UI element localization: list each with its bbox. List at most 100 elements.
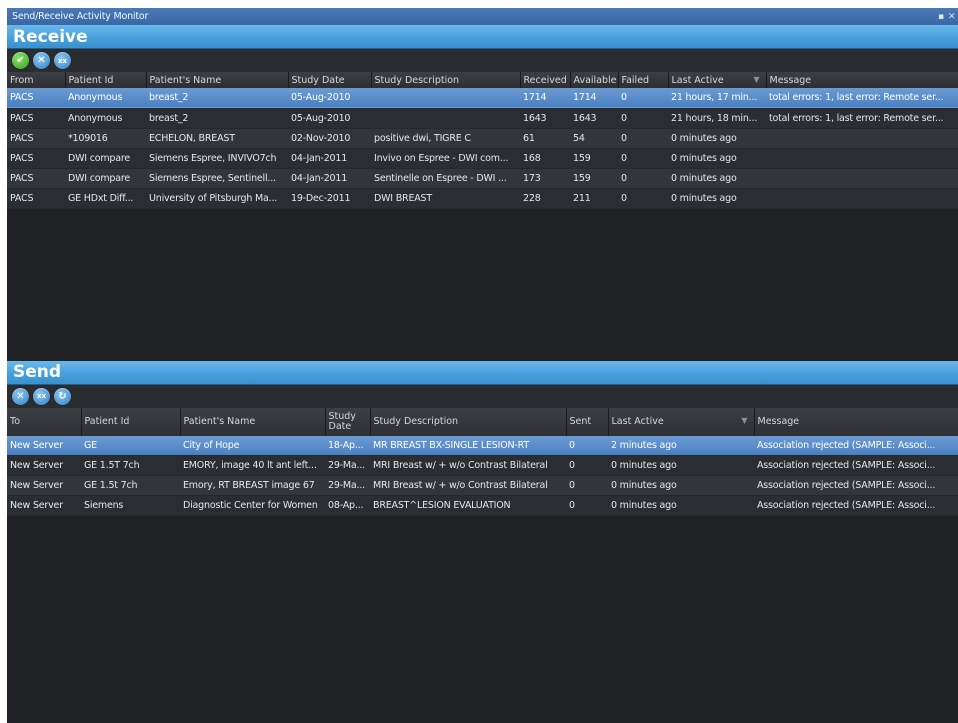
column-header-message[interactable]: Message	[754, 407, 958, 436]
receive-table: From Patient Id Patient's Name Study Date St…	[7, 72, 958, 209]
cell-study-description	[371, 108, 520, 128]
send-toolbar: ✕ xx ↻	[7, 384, 958, 408]
column-header-label: Failed	[621, 74, 650, 86]
send-table: To Patient Id Patient's Name Study Date Stud…	[7, 407, 958, 517]
receive-section-header: Receive	[7, 25, 958, 49]
cell-patient-id: GE 1.5T 7ch	[84, 460, 140, 471]
cell-from: PACS	[10, 112, 34, 124]
receive-accept-button[interactable]: ✔	[12, 52, 29, 69]
cell-last-active: 0 minutes ago	[611, 460, 677, 471]
column-header-study-description[interactable]: Study Description	[371, 72, 521, 88]
column-header-label: Message	[769, 74, 812, 86]
cell-received: 168	[523, 152, 541, 164]
column-header-last-active[interactable]: Last Active ▼	[608, 407, 755, 436]
column-header-patient-id[interactable]: Patient Id	[81, 407, 181, 436]
table-row[interactable]: PACS Anonymous breast_2 05-Aug-2010 1714 1714…	[7, 88, 958, 108]
cell-failed: 0	[621, 152, 627, 164]
receive-cancel-button[interactable]: ✕	[33, 52, 50, 69]
column-header-from[interactable]: From	[7, 72, 66, 88]
table-row[interactable]: PACS DWI compare Siemens Espree, INVIVO7ch…	[7, 148, 958, 168]
x-icon: ✕	[16, 390, 25, 402]
cell-to: New Server	[10, 480, 63, 491]
cell-study-date: 29-Ma...	[328, 480, 365, 491]
column-header-label: From	[10, 74, 34, 86]
column-header-patient-s-name[interactable]: Patient's Name	[146, 72, 289, 88]
receive-table-header: From Patient Id Patient's Name Study Date St…	[7, 72, 958, 88]
table-row[interactable]: New Server GE 1.5T 7ch EMORY, image 40 lt …	[7, 455, 958, 476]
window-title: Send/Receive Activity Monitor	[12, 11, 149, 22]
cell-from: PACS	[10, 152, 34, 164]
pin-icon[interactable]: ▪	[934, 12, 948, 22]
cell-available: 54	[573, 132, 585, 144]
cell-to: New Server	[10, 460, 63, 471]
table-row[interactable]: PACS Anonymous breast_2 05-Aug-2010 1643 1643…	[7, 108, 958, 128]
cell-study-date: 18-Ap...	[328, 439, 364, 451]
cell-available: 211	[573, 192, 591, 204]
column-header-failed[interactable]: Failed	[618, 72, 669, 88]
table-row[interactable]: PACS *109016 ECHELON, BREAST 02-Nov-2010 pos…	[7, 128, 958, 148]
receive-toolbar: ✔ ✕ xx	[7, 49, 958, 72]
column-header-received[interactable]: Received	[520, 72, 571, 88]
cell-available: 1714	[573, 92, 597, 104]
receive-cancel-all-button[interactable]: xx	[54, 52, 71, 69]
column-header-message[interactable]: Message	[766, 72, 958, 88]
column-header-to[interactable]: To	[7, 407, 82, 436]
column-header-label: Last Active	[611, 416, 664, 427]
cell-message: Association rejected (SAMPLE: Associ...	[757, 439, 936, 451]
cell-study-date: 05-Aug-2010	[291, 112, 351, 124]
column-header-study-description[interactable]: Study Description	[370, 407, 567, 436]
cell-patient-id: GE	[84, 439, 97, 451]
cell-received: 173	[523, 172, 541, 184]
cell-study-date: 02-Nov-2010	[291, 132, 351, 144]
cell-study-description	[371, 88, 520, 108]
send-cancel-all-button[interactable]: xx	[33, 387, 50, 405]
column-header-study-date[interactable]: Study Date	[288, 72, 372, 88]
column-header-last-active[interactable]: Last Active ▼	[668, 72, 767, 88]
cell-message	[766, 148, 958, 168]
column-header-label: Patient Id	[84, 416, 130, 427]
close-icon[interactable]: ✕	[948, 12, 958, 22]
cell-last-active: 0 minutes ago	[611, 500, 677, 511]
table-row[interactable]: New Server Siemens Diagnostic Center for W…	[7, 495, 958, 516]
column-header-patient-id[interactable]: Patient Id	[65, 72, 147, 88]
column-header-label: To	[10, 416, 21, 427]
cell-message	[766, 128, 958, 148]
column-header-available[interactable]: Available	[570, 72, 619, 88]
cell-study-description: Sentinelle on Espree - DWI ...	[374, 172, 507, 184]
table-row[interactable]: PACS GE HDxt Diff... University of Pitsbur…	[7, 188, 958, 208]
column-header-label: Last Active	[671, 74, 724, 86]
cell-study-description: MRI Breast w/ + w/o Contrast Bilateral	[373, 460, 548, 471]
send-cancel-button[interactable]: ✕	[12, 387, 29, 405]
table-row[interactable]: New Server GE City of Hope 18-Ap... MR BREAS…	[7, 435, 958, 456]
cell-patient-id: Anonymous	[68, 92, 123, 104]
cell-patient-s-name: ECHELON, BREAST	[149, 132, 235, 144]
cell-received: 1643	[523, 112, 547, 124]
cell-study-description: MRI Breast w/ + w/o Contrast Bilateral	[373, 480, 548, 491]
cell-patient-s-name: Siemens Espree, INVIVO7ch	[149, 152, 277, 164]
cell-message: Association rejected (SAMPLE: Associ...	[757, 500, 936, 511]
cell-patient-id: DWI compare	[68, 152, 131, 164]
cell-patient-s-name: breast_2	[149, 112, 189, 124]
send-retry-button[interactable]: ↻	[54, 387, 71, 405]
column-header-study-date[interactable]: Study Date	[325, 407, 371, 436]
cell-sent: 0	[569, 460, 575, 471]
receive-table-body: PACS Anonymous breast_2 05-Aug-2010 1714 1714…	[7, 88, 958, 208]
column-header-label: Message	[757, 416, 800, 427]
column-header-label: Received	[523, 74, 567, 86]
cell-patient-s-name: Siemens Espree, Sentinell...	[149, 172, 276, 184]
receive-empty-area	[7, 209, 958, 361]
activity-monitor-window: Send/Receive Activity Monitor ▪ ✕ Receiv…	[7, 8, 958, 723]
sort-descending-icon: ▼	[741, 416, 748, 425]
table-row[interactable]: PACS DWI compare Siemens Espree, Sentinell…	[7, 168, 958, 188]
cell-from: PACS	[10, 92, 34, 104]
cell-patient-s-name: Emory, RT BREAST image 67	[183, 480, 315, 491]
send-table-body: New Server GE City of Hope 18-Ap... MR BREAS…	[7, 435, 958, 516]
column-header-patient-s-name[interactable]: Patient's Name	[180, 407, 326, 436]
cell-study-date: 04-Jan-2011	[291, 152, 348, 164]
cell-failed: 0	[621, 112, 627, 124]
column-header-sent[interactable]: Sent	[566, 407, 609, 436]
cell-study-description: positive dwi, TIGRE C	[374, 132, 471, 144]
cell-patient-id: *109016	[68, 132, 108, 144]
cell-from: PACS	[10, 192, 34, 204]
table-row[interactable]: New Server GE 1.5t 7ch Emory, RT BREAST im…	[7, 475, 958, 496]
